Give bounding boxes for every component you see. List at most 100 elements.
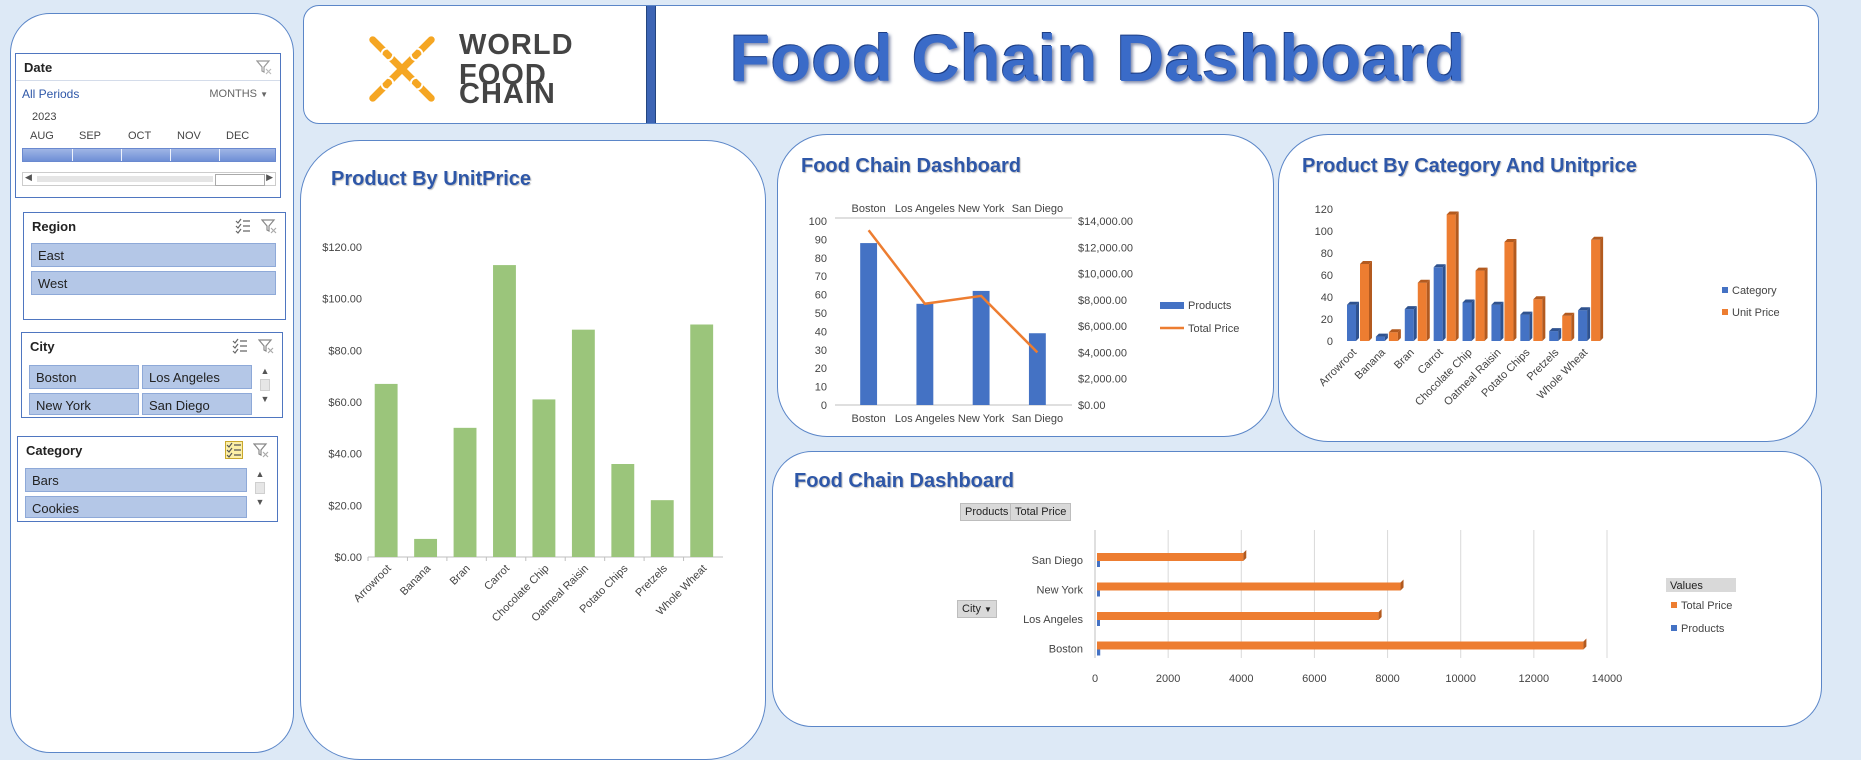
city-slicer-header: City bbox=[22, 333, 282, 359]
x-tick-label: Los Angeles bbox=[895, 413, 955, 425]
legend-swatch bbox=[1722, 309, 1728, 315]
category-scrollbar[interactable]: ▲ ▼ bbox=[253, 468, 267, 518]
timeline-scrollbar[interactable]: ◀ ▶ bbox=[22, 172, 276, 186]
bar bbox=[374, 383, 398, 557]
month-label: AUG bbox=[30, 130, 54, 142]
y-tick-label: $120.00 bbox=[322, 242, 362, 254]
time-level-dropdown[interactable]: MONTHS ▼ bbox=[209, 88, 268, 100]
bar-side bbox=[1442, 264, 1446, 341]
x-tick-label: 6000 bbox=[1302, 673, 1326, 685]
city-field-button[interactable]: City ▼ bbox=[957, 600, 997, 618]
multi-select-icon[interactable] bbox=[225, 441, 243, 459]
scroll-thumb[interactable] bbox=[260, 379, 270, 391]
date-slicer[interactable]: Date All Periods MONTHS ▼ 2023 AUG SEP OCT… bbox=[15, 53, 281, 198]
city-combo-chart-title: Food Chain Dashboard bbox=[801, 155, 1021, 177]
city-item-los-angeles[interactable]: Los Angeles bbox=[142, 365, 252, 389]
y-tick-label: 40 bbox=[1321, 292, 1333, 304]
y-tick-label: $60.00 bbox=[328, 397, 362, 409]
multi-select-icon[interactable] bbox=[232, 338, 248, 354]
bar bbox=[972, 290, 990, 405]
category-chart-title: Product By Category And Unitprice bbox=[1302, 155, 1637, 177]
region-item-east[interactable]: East bbox=[31, 243, 276, 267]
city-scrollbar[interactable]: ▲ ▼ bbox=[258, 365, 272, 415]
timeline-scroll-thumb[interactable] bbox=[215, 174, 265, 186]
scroll-thumb[interactable] bbox=[255, 482, 265, 494]
city-item-new-york[interactable]: New York bbox=[29, 393, 139, 415]
x-tick-label: New York bbox=[958, 413, 1005, 425]
y-tick-label: 100 bbox=[1315, 226, 1333, 238]
line-series bbox=[867, 229, 1039, 354]
timeline-bar[interactable] bbox=[22, 148, 276, 162]
y-tick-label: 80 bbox=[815, 253, 827, 265]
bar bbox=[1562, 315, 1572, 341]
clear-filter-icon[interactable] bbox=[256, 59, 272, 75]
category-slicer-title: Category bbox=[26, 442, 83, 458]
bar-total-price bbox=[1097, 641, 1584, 650]
city-combo-chart: 0 10 20 30 40 50 60 70 80 90 100 $0.00 $2,000.00 $4,0… bbox=[809, 203, 1240, 425]
y2-tick-label: $4,000.00 bbox=[1078, 347, 1127, 359]
x-tick-label: Bran bbox=[1392, 347, 1417, 372]
bar-side bbox=[1369, 261, 1372, 341]
city-horizontal-bar-chart: 0 2000 4000 6000 8000 10000 12000 14000 San Dieg… bbox=[1023, 530, 1736, 685]
total-price-field-button[interactable]: Total Price bbox=[1010, 503, 1072, 521]
month-divider bbox=[121, 149, 122, 161]
legend-title: Values bbox=[1670, 580, 1703, 592]
scroll-up-icon[interactable]: ▲ bbox=[258, 365, 272, 377]
bar bbox=[1549, 331, 1559, 341]
clear-filter-icon[interactable] bbox=[253, 442, 269, 458]
bar-products bbox=[1097, 561, 1100, 567]
bar bbox=[414, 538, 438, 557]
y2-tick-label: $12,000.00 bbox=[1078, 242, 1133, 254]
category-item-cookies[interactable]: Cookies bbox=[25, 496, 247, 518]
scroll-up-icon[interactable]: ▲ bbox=[253, 468, 267, 480]
city-bar-chart-title: Food Chain Dashboard bbox=[794, 470, 1014, 492]
bar-products bbox=[1097, 620, 1100, 626]
category-item-bars[interactable]: Bars bbox=[25, 468, 247, 492]
bar bbox=[1028, 333, 1046, 405]
scroll-down-icon[interactable]: ▼ bbox=[253, 496, 267, 508]
multi-select-icon[interactable] bbox=[235, 218, 251, 234]
products-field-button[interactable]: Products bbox=[960, 503, 1014, 521]
y-tick-label: 40 bbox=[815, 326, 827, 338]
month-divider bbox=[72, 149, 73, 161]
bar-side bbox=[1243, 550, 1247, 561]
scroll-left-icon[interactable]: ◀ bbox=[25, 172, 32, 183]
region-slicer-title: Region bbox=[32, 218, 77, 234]
x-tick-label: Arrowroot bbox=[352, 563, 394, 605]
bar bbox=[1504, 242, 1514, 341]
category-slicer[interactable]: Category Bars Cookies ▲ ▼ bbox=[17, 436, 278, 522]
timeline-scroll-track bbox=[37, 176, 213, 182]
city-slicer-title: City bbox=[30, 338, 55, 354]
region-slicer[interactable]: Region East West bbox=[23, 212, 286, 320]
clear-filter-icon[interactable] bbox=[258, 338, 274, 354]
y-tick-label: 100 bbox=[809, 216, 827, 228]
x-tick-label: Banana bbox=[398, 562, 434, 598]
bar-total-price bbox=[1097, 612, 1379, 620]
region-item-west[interactable]: West bbox=[31, 271, 276, 295]
city-field-label: City bbox=[962, 603, 981, 615]
scroll-right-icon[interactable]: ▶ bbox=[266, 172, 273, 183]
bar-side bbox=[1571, 312, 1575, 341]
city-item-san-diego[interactable]: San Diego bbox=[142, 393, 252, 415]
x-tick-label: Banana bbox=[1353, 346, 1389, 382]
bar bbox=[1360, 264, 1369, 341]
clear-filter-icon[interactable] bbox=[261, 218, 277, 234]
bar bbox=[1462, 302, 1472, 341]
y-tick-label: 70 bbox=[815, 271, 827, 283]
city-item-boston[interactable]: Boston bbox=[29, 365, 139, 389]
x-tick-label: 0 bbox=[1092, 673, 1098, 685]
x-tick-label: 8000 bbox=[1375, 673, 1399, 685]
month-label: NOV bbox=[177, 130, 201, 142]
y-tick-label: 20 bbox=[815, 363, 827, 375]
city-tools bbox=[232, 338, 274, 354]
bar bbox=[571, 329, 595, 557]
city-slicer[interactable]: City Boston Los Angeles New York San Die… bbox=[21, 332, 283, 418]
y-tick-label: Los Angeles bbox=[1023, 614, 1083, 626]
date-slicer-title: Date bbox=[24, 59, 53, 75]
bar-products bbox=[1097, 649, 1101, 656]
all-periods-label[interactable]: All Periods bbox=[22, 87, 79, 101]
bar-total-price bbox=[1097, 553, 1244, 561]
y-tick-label: 10 bbox=[815, 382, 827, 394]
y-tick-label: $0.00 bbox=[334, 552, 362, 564]
scroll-down-icon[interactable]: ▼ bbox=[258, 393, 272, 405]
